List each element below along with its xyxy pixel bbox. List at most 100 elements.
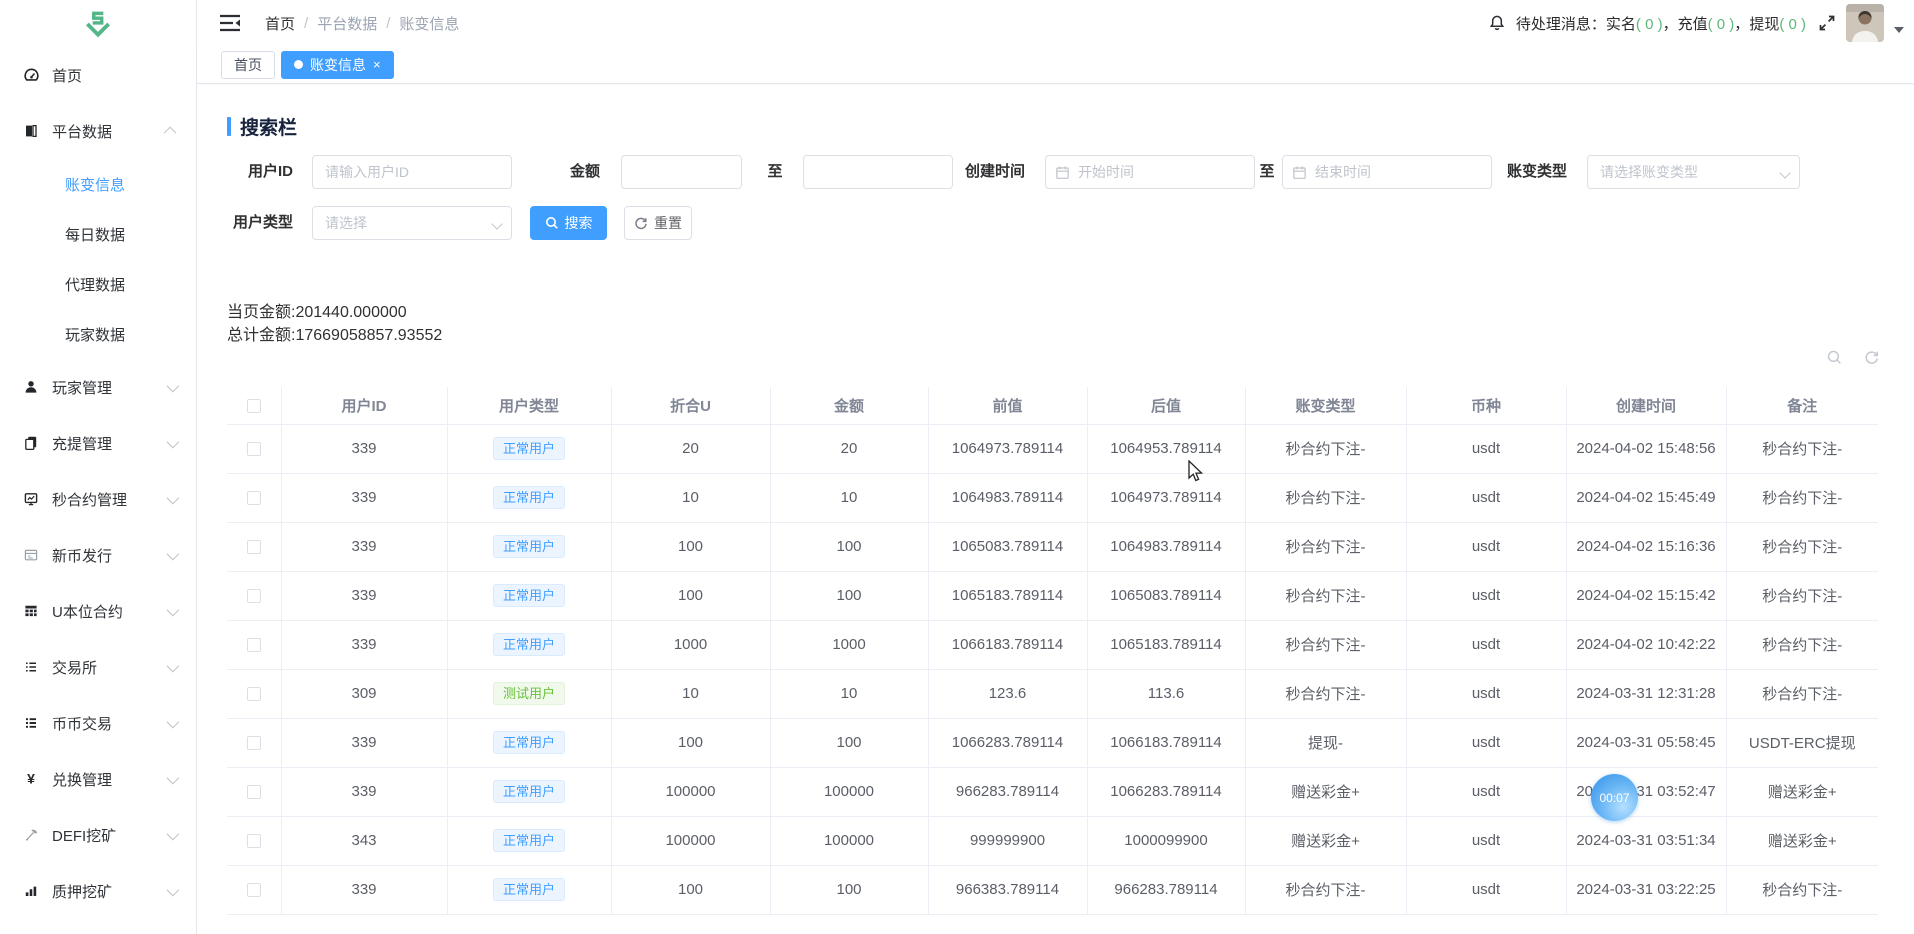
sidebar-subitem-label: 玩家数据 bbox=[65, 324, 125, 345]
sidebar-item[interactable]: 玩家管理 bbox=[0, 359, 196, 415]
user-type-tag: 测试用户 bbox=[493, 682, 565, 705]
breadcrumb-item[interactable]: 账变信息 bbox=[399, 13, 459, 34]
spot-trade-icon bbox=[22, 714, 40, 732]
sidebar-item[interactable]: ¥兑换管理 bbox=[0, 751, 196, 807]
table-body: 339正常用户20201064973.7891141064953.789114秒… bbox=[227, 424, 1878, 914]
cell-amount: 100 bbox=[770, 571, 928, 620]
sidebar-item[interactable]: 新币发行 bbox=[0, 527, 196, 583]
user-type-select bbox=[312, 206, 512, 240]
sidebar-item[interactable]: 充提管理 bbox=[0, 415, 196, 471]
cell-coin: usdt bbox=[1406, 424, 1566, 473]
row-checkbox[interactable] bbox=[247, 589, 261, 603]
tab-item[interactable]: 首页 bbox=[221, 51, 275, 79]
row-checkbox[interactable] bbox=[247, 785, 261, 799]
sidebar-subitem[interactable]: 账变信息 bbox=[0, 159, 196, 209]
amount-min-input[interactable] bbox=[622, 156, 741, 188]
cell-remark: USDT-ERC提现 bbox=[1726, 718, 1878, 767]
sidebar-item-label: 首页 bbox=[52, 65, 182, 86]
user-id-input[interactable] bbox=[313, 156, 511, 188]
amount-max-input[interactable] bbox=[804, 156, 952, 188]
cell-before-value: 1066283.789114 bbox=[928, 718, 1087, 767]
chevron-down-icon bbox=[167, 883, 180, 896]
tab-active[interactable]: 账变信息× bbox=[281, 51, 394, 79]
cell-change-type: 秒合约下注- bbox=[1245, 620, 1406, 669]
sidebar-item-label: 质押挖矿 bbox=[52, 881, 167, 902]
cell-before-value: 1064973.789114 bbox=[928, 424, 1087, 473]
close-icon[interactable]: × bbox=[373, 58, 381, 71]
sidebar-item[interactable]: 交易所 bbox=[0, 639, 196, 695]
user-avatar[interactable] bbox=[1846, 4, 1884, 42]
defi-mining-icon bbox=[22, 826, 40, 844]
sidebar-item[interactable]: 秒合约管理 bbox=[0, 471, 196, 527]
breadcrumb-separator: / bbox=[386, 15, 390, 32]
start-time-input-wrap bbox=[1045, 155, 1255, 189]
row-checkbox-cell bbox=[227, 767, 281, 816]
row-checkbox[interactable] bbox=[247, 834, 261, 848]
sidebar-item-label: 充提管理 bbox=[52, 433, 167, 454]
sidebar-subitem[interactable]: 代理数据 bbox=[0, 259, 196, 309]
cell-remark: 秒合约下注- bbox=[1726, 865, 1878, 914]
timer-text: 00:07 bbox=[1599, 791, 1629, 805]
end-time-input[interactable] bbox=[1283, 156, 1491, 188]
cell-remark: 秒合约下注- bbox=[1726, 571, 1878, 620]
breadcrumb-item[interactable]: 平台数据 bbox=[317, 13, 377, 34]
messages-prefix: 待处理消息： bbox=[1516, 16, 1606, 33]
row-checkbox[interactable] bbox=[247, 687, 261, 701]
table-search-icon[interactable] bbox=[1826, 349, 1843, 366]
cell-before-value: 1066183.789114 bbox=[928, 620, 1087, 669]
breadcrumb-item[interactable]: 首页 bbox=[265, 13, 295, 34]
cell-user-id: 339 bbox=[281, 473, 447, 522]
sidebar-item[interactable]: U本位合约 bbox=[0, 583, 196, 639]
row-checkbox[interactable] bbox=[247, 491, 261, 505]
row-checkbox[interactable] bbox=[247, 883, 261, 897]
row-checkbox[interactable] bbox=[247, 638, 261, 652]
user-menu-caret-icon[interactable] bbox=[1894, 27, 1904, 33]
cell-u-equivalent: 10 bbox=[611, 669, 770, 718]
sidebar-subitem[interactable]: 每日数据 bbox=[0, 209, 196, 259]
chevron-down-icon bbox=[167, 771, 180, 784]
app-logo[interactable] bbox=[0, 0, 196, 47]
select-all-checkbox[interactable] bbox=[247, 399, 261, 413]
user-type-select-input[interactable] bbox=[313, 207, 511, 239]
table-refresh-icon[interactable] bbox=[1863, 349, 1880, 366]
sidebar-item[interactable]: 币币交易 bbox=[0, 695, 196, 751]
refresh-icon bbox=[634, 216, 648, 230]
sidebar-item-label: DEFI挖矿 bbox=[52, 825, 167, 846]
amount-min-input-wrap bbox=[621, 155, 742, 189]
cell-user-type: 正常用户 bbox=[447, 473, 611, 522]
row-checkbox[interactable] bbox=[247, 736, 261, 750]
cell-before-value: 966283.789114 bbox=[928, 767, 1087, 816]
search-button[interactable]: 搜索 bbox=[530, 206, 607, 240]
fullscreen-icon[interactable] bbox=[1818, 14, 1836, 32]
cell-amount: 10 bbox=[770, 669, 928, 718]
cell-user-id: 339 bbox=[281, 767, 447, 816]
start-time-input[interactable] bbox=[1046, 156, 1254, 188]
cell-remark: 秒合约下注- bbox=[1726, 669, 1878, 718]
sidebar-item[interactable]: 质押挖矿 bbox=[0, 863, 196, 919]
page-content: 搜索栏 用户ID 金额 至 创建时间 bbox=[197, 85, 1914, 934]
dashboard-icon bbox=[22, 66, 40, 84]
header-checkbox-cell bbox=[227, 387, 281, 424]
player-icon bbox=[22, 378, 40, 396]
reset-button[interactable]: 重置 bbox=[624, 206, 692, 240]
row-checkbox[interactable] bbox=[247, 442, 261, 456]
cell-user-type: 正常用户 bbox=[447, 718, 611, 767]
bell-icon[interactable] bbox=[1488, 14, 1506, 32]
breadcrumb-separator: / bbox=[304, 15, 308, 32]
collapse-sidebar-icon[interactable] bbox=[219, 13, 241, 33]
sidebar-item[interactable]: 平台数据 bbox=[0, 103, 196, 159]
table-header-cell: 创建时间 bbox=[1566, 387, 1726, 424]
change-type-select-input[interactable] bbox=[1588, 156, 1799, 188]
row-checkbox[interactable] bbox=[247, 540, 261, 554]
row-checkbox-cell bbox=[227, 424, 281, 473]
user-id-label: 用户ID bbox=[215, 155, 293, 189]
sidebar-subitem[interactable]: 玩家数据 bbox=[0, 309, 196, 359]
table-row: 339正常用户1001001065183.7891141065083.78911… bbox=[227, 571, 1878, 620]
sidebar-item[interactable]: DEFI挖矿 bbox=[0, 807, 196, 863]
swap-icon: ¥ bbox=[22, 770, 40, 788]
sidebar-item[interactable]: 首页 bbox=[0, 47, 196, 103]
message-count: ( 0 ) bbox=[1779, 16, 1806, 33]
cell-remark: 赠送彩金+ bbox=[1726, 816, 1878, 865]
cell-user-id: 339 bbox=[281, 620, 447, 669]
user-type-tag: 正常用户 bbox=[493, 731, 565, 754]
